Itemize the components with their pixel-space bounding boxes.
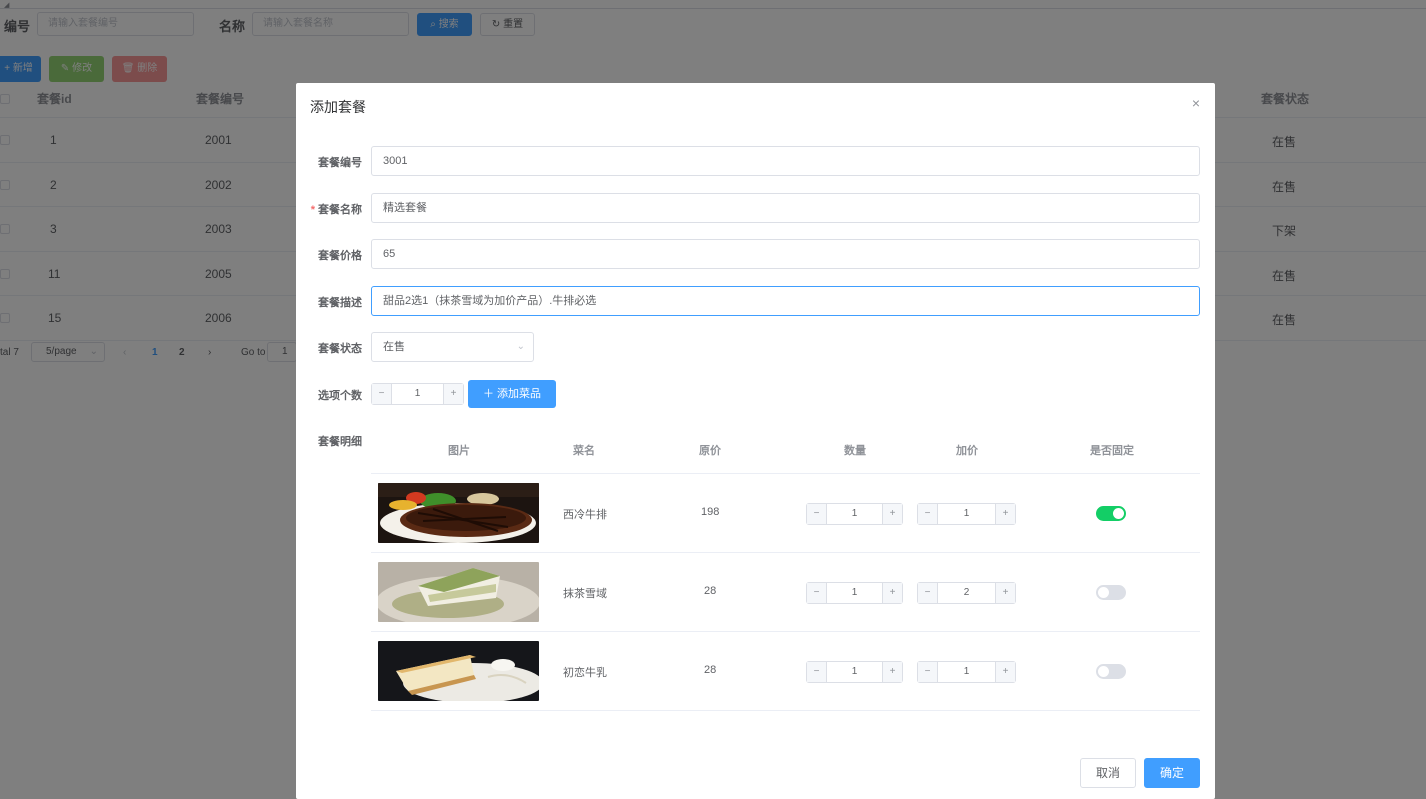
plus-icon[interactable]: + bbox=[882, 662, 902, 682]
code-label: 套餐编号 bbox=[318, 157, 362, 169]
plus-icon[interactable]: + bbox=[995, 662, 1015, 682]
minus-icon[interactable]: − bbox=[372, 384, 392, 404]
plus-icon[interactable]: + bbox=[995, 583, 1015, 603]
dish-name: 西冷牛排 bbox=[563, 509, 607, 521]
price-label: 套餐价格 bbox=[318, 250, 362, 262]
qty-stepper[interactable]: − 1 + bbox=[806, 503, 903, 525]
detail-header-price: 原价 bbox=[699, 445, 721, 457]
close-icon[interactable]: × bbox=[1192, 95, 1200, 111]
plus-icon[interactable]: + bbox=[882, 583, 902, 603]
stepper-value[interactable]: 1 bbox=[938, 662, 995, 682]
status-select[interactable]: 在售 ⌄ bbox=[371, 332, 534, 362]
qty-stepper[interactable]: − 1 + bbox=[806, 582, 903, 604]
options-label: 选项个数 bbox=[318, 390, 362, 402]
extra-stepper[interactable]: − 2 + bbox=[917, 582, 1016, 604]
detail-divider bbox=[371, 631, 1200, 632]
dish-name: 抹茶雪域 bbox=[563, 588, 607, 600]
plus-icon[interactable]: + bbox=[443, 384, 463, 404]
minus-icon[interactable]: − bbox=[918, 583, 938, 603]
plus-icon: ＋ bbox=[482, 388, 498, 400]
options-stepper[interactable]: − 1 + bbox=[371, 383, 464, 405]
detail-divider bbox=[371, 710, 1200, 711]
desc-label: 套餐描述 bbox=[318, 297, 362, 309]
extra-stepper[interactable]: − 1 + bbox=[917, 503, 1016, 525]
dish-image-steak bbox=[378, 483, 539, 543]
minus-icon[interactable]: − bbox=[807, 583, 827, 603]
switch-knob bbox=[1098, 666, 1109, 677]
stepper-value[interactable]: 1 bbox=[938, 504, 995, 524]
stepper-value[interactable]: 1 bbox=[827, 662, 882, 682]
extra-stepper[interactable]: − 1 + bbox=[917, 661, 1016, 683]
stepper-value[interactable]: 1 bbox=[827, 504, 882, 524]
minus-icon[interactable]: − bbox=[807, 504, 827, 524]
dialog-title: 添加套餐 bbox=[310, 99, 366, 115]
fixed-switch[interactable] bbox=[1096, 506, 1126, 521]
name-input[interactable]: 精选套餐 bbox=[371, 193, 1200, 223]
desc-input[interactable]: 甜品2选1（抹茶雪域为加价产品）.牛排必选 bbox=[371, 286, 1200, 316]
add-package-dialog: 添加套餐 × 套餐编号 3001 * 套餐名称 精选套餐 套餐价格 65 套餐描述… bbox=[296, 83, 1215, 799]
stepper-value[interactable]: 1 bbox=[827, 583, 882, 603]
stepper-value[interactable]: 1 bbox=[392, 384, 443, 404]
fixed-switch[interactable] bbox=[1096, 585, 1126, 600]
detail-header-image: 图片 bbox=[448, 445, 470, 457]
detail-divider bbox=[371, 552, 1200, 553]
switch-knob bbox=[1098, 587, 1109, 598]
required-mark: * bbox=[310, 204, 315, 216]
add-dish-button[interactable]: ＋ 添加菜品 bbox=[468, 380, 556, 408]
plus-icon[interactable]: + bbox=[882, 504, 902, 524]
dish-price: 198 bbox=[701, 506, 720, 518]
cancel-button[interactable]: 取消 bbox=[1080, 758, 1136, 788]
switch-knob bbox=[1113, 508, 1124, 519]
dish-price: 28 bbox=[704, 664, 717, 676]
plus-icon[interactable]: + bbox=[995, 504, 1015, 524]
dish-price: 28 bbox=[704, 585, 717, 597]
code-input[interactable]: 3001 bbox=[371, 146, 1200, 176]
minus-icon[interactable]: − bbox=[807, 662, 827, 682]
minus-icon[interactable]: − bbox=[918, 504, 938, 524]
detail-header-qty: 数量 bbox=[844, 445, 866, 457]
detail-header-name: 菜名 bbox=[573, 445, 595, 457]
dish-image-matcha-cake bbox=[378, 562, 539, 622]
detail-header-extra: 加价 bbox=[956, 445, 978, 457]
name-label: * 套餐名称 bbox=[310, 204, 362, 216]
details-label: 套餐明细 bbox=[318, 436, 362, 448]
dish-image-milk-cake bbox=[378, 641, 539, 701]
chevron-down-icon: ⌄ bbox=[516, 341, 525, 352]
detail-header-fixed: 是否固定 bbox=[1090, 445, 1134, 457]
fixed-switch[interactable] bbox=[1096, 664, 1126, 679]
detail-divider bbox=[371, 473, 1200, 474]
confirm-button[interactable]: 确定 bbox=[1144, 758, 1200, 788]
stepper-value[interactable]: 2 bbox=[938, 583, 995, 603]
status-label: 套餐状态 bbox=[318, 343, 362, 355]
dish-name: 初恋牛乳 bbox=[563, 667, 607, 679]
minus-icon[interactable]: − bbox=[918, 662, 938, 682]
qty-stepper[interactable]: − 1 + bbox=[806, 661, 903, 683]
price-input[interactable]: 65 bbox=[371, 239, 1200, 269]
